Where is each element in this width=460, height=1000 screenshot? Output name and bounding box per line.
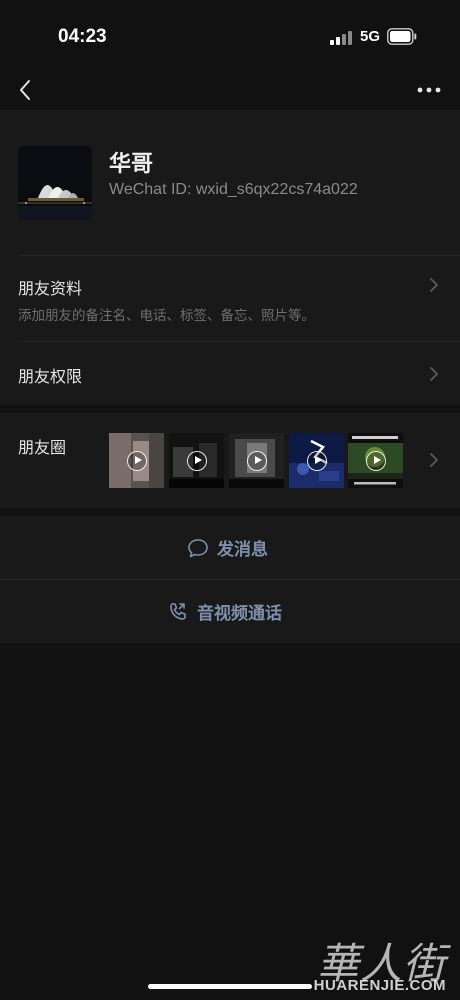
play-icon [365,450,386,471]
watermark-en: HUARENJIE.COM [313,977,446,994]
nav-bar [0,70,460,110]
wechat-id: WeChat ID: wxid_s6qx22cs74a022 [109,181,358,198]
audio-video-call-button[interactable]: 音视频通话 [0,580,460,643]
battery-icon [387,28,417,45]
moments-thumbnail[interactable] [109,433,164,488]
call-content: 音视频通话 [167,580,282,643]
moments-title: 朋友圈 [18,438,67,457]
friend-info-row[interactable]: 朋友资料 添加朋友的备注名、电话、标签、备忘、照片等。 [0,255,460,341]
call-label: 音视频通话 [197,604,282,624]
chat-bubble-icon [188,538,208,557]
status-time: 04:23 [58,26,107,47]
friend-info-subtitle: 添加朋友的备注名、电话、标签、备忘、照片等。 [18,308,315,324]
phone-video-icon [170,602,186,620]
chevron-right-icon [430,367,438,381]
send-message-label: 发消息 [217,540,268,560]
chevron-left-icon[interactable] [14,76,38,104]
moments-thumbnail[interactable] [289,433,344,488]
send-message-button[interactable]: 发消息 [0,516,460,579]
friend-permissions-title: 朋友权限 [18,367,83,386]
home-indicator[interactable] [148,984,312,989]
play-icon [246,450,267,471]
friend-settings-card: 朋友资料 添加朋友的备注名、电话、标签、备忘、照片等。 朋友权限 [0,255,460,405]
friend-info-title: 朋友资料 [18,279,83,298]
contact-name: 华哥 [109,152,154,177]
moments-thumbnail[interactable] [169,433,224,488]
friend-permissions-row[interactable]: 朋友权限 [0,342,460,405]
status-bar: 04:23 5G [0,0,460,70]
avatar[interactable] [18,146,92,220]
opera-house-image [18,146,92,220]
chevron-right-icon [430,278,438,292]
more-dots-icon[interactable] [416,78,442,102]
profile-header: 华哥 WeChat ID: wxid_s6qx22cs74a022 [0,110,460,255]
moments-thumbnail[interactable] [229,433,284,488]
send-message-content: 发消息 [187,516,268,579]
moments-thumbnail[interactable] [348,433,403,488]
play-icon [306,450,327,471]
moments-row[interactable]: 朋友圈 [0,413,460,508]
network-type: 5G [360,28,381,45]
signal-icon [330,31,354,45]
chevron-right-icon [430,453,438,467]
play-icon [186,450,207,471]
play-icon [126,450,147,471]
watermark-logo: 華人街 HUARENJIE.COM [304,930,452,1000]
